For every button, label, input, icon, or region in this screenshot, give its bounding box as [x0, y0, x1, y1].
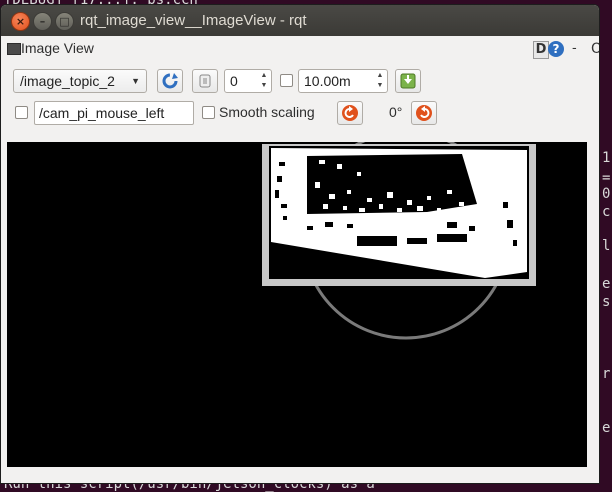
- save-image-button[interactable]: [395, 69, 421, 93]
- rotation-label: 0°: [389, 104, 403, 120]
- smooth-scaling-checkbox[interactable]: [202, 106, 215, 119]
- zoom-1-button[interactable]: [192, 69, 218, 93]
- dock-title: Image View: [21, 40, 94, 56]
- zoom-icon: [199, 74, 211, 88]
- window-close-button[interactable]: ×: [11, 12, 30, 31]
- terminal-line: e: [602, 420, 611, 436]
- spin-up-icon[interactable]: ▲: [259, 71, 269, 81]
- smooth-scaling-label: Smooth scaling: [219, 104, 315, 120]
- max-depth-value: 10.00m: [304, 73, 351, 89]
- rotate-right-icon: [416, 105, 432, 121]
- terminal-line: c: [602, 204, 611, 220]
- window-minimize-button[interactable]: –: [33, 12, 52, 31]
- chevron-down-icon: ▼: [131, 76, 140, 86]
- status-strip: [1, 467, 599, 483]
- terminal-line: =: [602, 170, 611, 186]
- image-view-canvas[interactable]: [7, 142, 587, 467]
- terminal-line: r: [602, 366, 611, 382]
- save-icon: [400, 73, 416, 89]
- terminal-line: 1: [602, 150, 611, 166]
- spin-up-icon[interactable]: ▲: [375, 71, 385, 81]
- dock-widget-icon: [7, 43, 21, 55]
- rotate-left-icon: [342, 105, 358, 121]
- help-icon[interactable]: ?: [548, 41, 564, 57]
- dock-d-button[interactable]: D: [533, 41, 549, 59]
- max-depth-spinbox[interactable]: 10.00m ▲ ▼: [298, 69, 388, 93]
- rqt-window: × – □ rqt_image_view__ImageView - rqt Im…: [0, 4, 600, 484]
- terminal-line: l: [602, 238, 611, 254]
- spin-down-icon[interactable]: ▼: [259, 81, 269, 91]
- window-titlebar[interactable]: × – □ rqt_image_view__ImageView - rqt: [1, 5, 599, 36]
- camera-image: [262, 142, 536, 340]
- window-title: rqt_image_view__ImageView - rqt: [80, 12, 307, 29]
- spin-down-icon[interactable]: ▼: [375, 81, 385, 91]
- zoom-spinbox[interactable]: 0 ▲ ▼: [224, 69, 272, 93]
- publish-click-checkbox[interactable]: [15, 106, 28, 119]
- refresh-icon: [162, 73, 178, 89]
- terminal-line: e: [602, 276, 611, 292]
- dynamic-range-checkbox[interactable]: [280, 74, 293, 87]
- topic-select-value: /image_topic_2: [20, 73, 115, 89]
- rotate-right-button[interactable]: [411, 101, 437, 125]
- topic-select[interactable]: /image_topic_2 ▼: [13, 69, 147, 93]
- terminal-line: 0: [602, 186, 611, 202]
- zoom-value: 0: [230, 73, 238, 89]
- rotate-left-button[interactable]: [337, 101, 363, 125]
- dock-extra-label: O: [591, 41, 599, 57]
- refresh-button[interactable]: [157, 69, 183, 93]
- publish-topic-input[interactable]: /cam_pi_mouse_left: [34, 101, 194, 125]
- dock-close-button[interactable]: -: [572, 41, 577, 57]
- window-maximize-button[interactable]: □: [55, 12, 74, 31]
- terminal-line: s: [602, 294, 611, 310]
